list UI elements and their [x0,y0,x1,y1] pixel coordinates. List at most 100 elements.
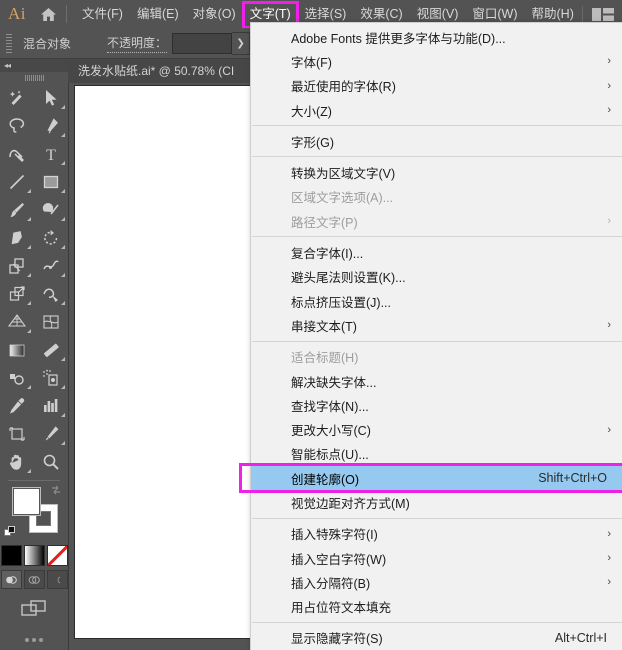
perspective-grid-tool[interactable] [0,308,34,336]
slice-tool[interactable] [34,420,68,448]
eraser-tool[interactable] [0,224,34,252]
opacity-label[interactable]: 不透明度： [107,34,168,53]
menu-item-row[interactable]: Adobe Fonts 提供更多字体与功能(D)... [251,25,622,49]
draw-normal-button[interactable] [0,570,22,589]
mesh-tool[interactable] [34,308,68,336]
change-screen-mode-icon[interactable] [21,599,47,624]
menu-item-label: 串接文本(T) [291,319,357,334]
menu-item-row[interactable]: 查找字体(N)... [251,393,622,417]
menu-item-label: 查找字体(N)... [291,399,369,414]
type-menu-dropdown: Adobe Fonts 提供更多字体与功能(D)... 字体(F) › 最近使用的字体… [239,22,622,650]
menu-item-label: 插入空白字符(W) [291,552,387,567]
menu-item-row[interactable]: 字体(F) › [251,49,622,73]
control-panel-grip[interactable] [3,33,15,53]
menu-item-row[interactable]: 插入分隔符(B) › [251,570,622,594]
menubar-item-2[interactable]: 对象(O) [186,0,243,28]
more-tools-icon[interactable] [0,638,68,642]
column-graph-tool[interactable] [34,392,68,420]
home-icon[interactable] [34,7,62,22]
menu-item-row[interactable]: 创建轮廓(O) Shift+Ctrl+O [239,463,622,494]
menu-separator [252,156,622,158]
shape-builder-tool[interactable] [34,280,68,308]
chevron-right-icon: › [607,215,611,228]
menu-item-row[interactable]: 更改大小写(C) › [251,417,622,441]
tools-panel-dragbar[interactable] [0,72,68,84]
artboard-tool[interactable] [0,420,34,448]
menu-item-label: 插入特殊字符(I) [291,528,378,543]
selection-tool[interactable] [34,84,68,112]
opacity-input[interactable] [172,32,233,54]
menubar-item-1[interactable]: 编辑(E) [130,0,186,28]
menu-item-row[interactable]: 标点挤压设置(J)... [251,289,622,313]
menu-item-row[interactable]: 插入空白字符(W) › [251,546,622,570]
menu-item-label: 更改大小写(C) [291,424,371,439]
hand-tool[interactable] [0,448,34,476]
menu-item-label: 最近使用的字体(R) [291,80,396,95]
menu-item-label: Adobe Fonts 提供更多字体与功能(D)... [291,31,506,46]
menu-item-row[interactable]: 大小(Z) › [251,98,622,122]
menu-item-row[interactable]: 用占位符文本填充 [251,595,622,619]
measure-tool[interactable] [34,336,68,364]
menu-item-label: 视觉边距对齐方式(M) [291,496,410,511]
menu-item-row[interactable]: 视觉边距对齐方式(M) [251,490,622,514]
pen-tool[interactable] [34,112,68,140]
menu-item-label: 复合字体(I)... [291,247,364,262]
paintbrush-tool[interactable] [0,196,34,224]
fill-stroke-controls [0,485,68,541]
menu-item-label: 解决缺失字体... [291,375,377,390]
menu-item-row[interactable]: 串接文本(T) › [251,313,622,337]
scale-tool[interactable] [0,252,34,280]
swap-fill-stroke-icon[interactable] [50,483,62,495]
free-transform-tool[interactable] [0,280,34,308]
menubar-item-label: 文字(T) [249,7,291,21]
symbol-sprayer-tool[interactable] [34,364,68,392]
screen-mode-row [0,599,68,624]
eyedropper-tool[interactable] [0,392,34,420]
default-fill-stroke-icon[interactable] [4,526,17,539]
menu-item-row[interactable]: 复合字体(I)... [251,240,622,264]
draw-inside-button[interactable] [46,570,68,589]
double-chevron-left-icon: ◂◂ [4,61,11,70]
gradient-swatch[interactable] [23,545,45,566]
none-swatch[interactable] [46,545,68,566]
menu-item-row[interactable]: 避头尾法则设置(K)... [251,265,622,289]
blend-tool[interactable] [0,364,34,392]
draw-mode-row [0,570,68,589]
menubar-item-label: 选择(S) [304,7,347,21]
menu-item-row[interactable]: 显示隐藏字符(S) Alt+Ctrl+I [251,626,622,650]
menu-item-label: 避头尾法则设置(K)... [291,271,406,286]
fill-swatch[interactable] [12,487,41,516]
rectangle-tool[interactable] [34,168,68,196]
menu-item-label: 字形(G) [291,135,335,150]
menubar-item-0[interactable]: 文件(F) [75,0,130,28]
line-segment-tool[interactable] [0,168,34,196]
type-tool[interactable]: T [34,140,68,168]
tools-panel-collapse[interactable]: ◂◂ [0,59,68,72]
menu-separator [252,621,622,623]
gradient-tool[interactable] [0,336,34,364]
menu-item-row[interactable]: 转换为区域文字(V) [251,160,622,184]
document-tab[interactable]: 洗发水贴纸.ai* @ 50.78% (CI [68,59,245,83]
curvature-tool[interactable] [0,140,34,168]
menu-item-label: 转换为区域文字(V) [291,167,396,182]
draw-behind-button[interactable] [23,570,45,589]
menu-item-row: 区域文字选项(A)... [251,185,622,209]
rotate-tool[interactable] [34,224,68,252]
menu-item-row: 路径文字(P) › [251,209,622,233]
lasso-tool[interactable] [0,112,34,140]
menu-item-row[interactable]: 字形(G) [251,129,622,153]
menu-separator [252,340,622,342]
menu-item-row[interactable]: 最近使用的字体(R) › [251,74,622,98]
shaper-tool[interactable] [34,196,68,224]
menu-item-row[interactable]: 智能标点(U)... [251,442,622,466]
opacity-expand-arrow[interactable]: ❯ [232,31,251,55]
color-swatch[interactable] [0,545,22,566]
menubar-item-label: 视图(V) [416,7,459,21]
menu-item-row[interactable]: 插入特殊字符(I) › [251,522,622,546]
menu-separator [252,236,622,238]
zoom-tool[interactable] [34,448,68,476]
menu-item-row[interactable]: 解决缺失字体... [251,369,622,393]
menu-item-row: 适合标题(H) [251,345,622,369]
magic-wand-tool[interactable] [0,84,34,112]
width-tool[interactable] [34,252,68,280]
